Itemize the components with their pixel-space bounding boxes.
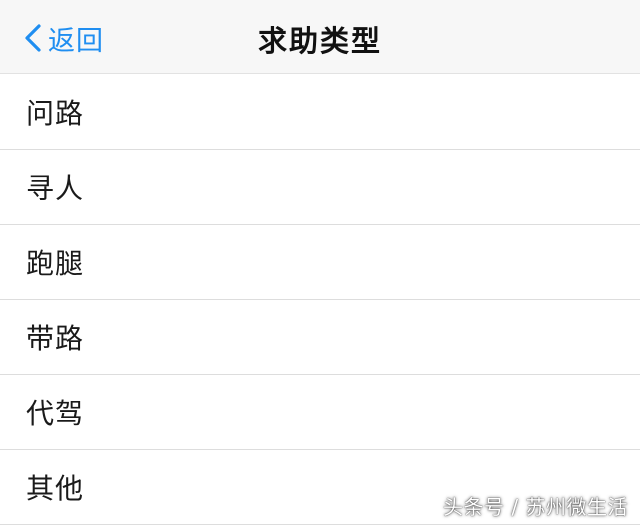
list-item-daijia[interactable]: 代驾 <box>0 375 640 450</box>
list-item-paotui[interactable]: 跑腿 <box>0 225 640 300</box>
navigation-bar: 返回 求助类型 <box>0 0 640 74</box>
watermark: 头条号 / 苏州微生活 <box>443 495 628 519</box>
list-item-label: 带路 <box>26 322 85 355</box>
list-item-wenlu[interactable]: 问路 <box>0 75 640 150</box>
list-item-dailu[interactable]: 带路 <box>0 300 640 375</box>
list-item-label: 寻人 <box>26 172 85 205</box>
page-title: 求助类型 <box>257 24 382 58</box>
list-item-label: 代驾 <box>26 397 85 430</box>
list-item-xunren[interactable]: 寻人 <box>0 150 640 225</box>
list-item-label: 其他 <box>26 472 85 505</box>
help-type-screen: 返回 求助类型 问路 寻人 跑腿 带路 代驾 其他 头条号 / 苏州微生活 <box>0 0 640 526</box>
help-type-list: 问路 寻人 跑腿 带路 代驾 其他 <box>0 75 640 525</box>
list-item-label: 跑腿 <box>26 247 85 280</box>
list-item-label: 问路 <box>26 97 85 130</box>
